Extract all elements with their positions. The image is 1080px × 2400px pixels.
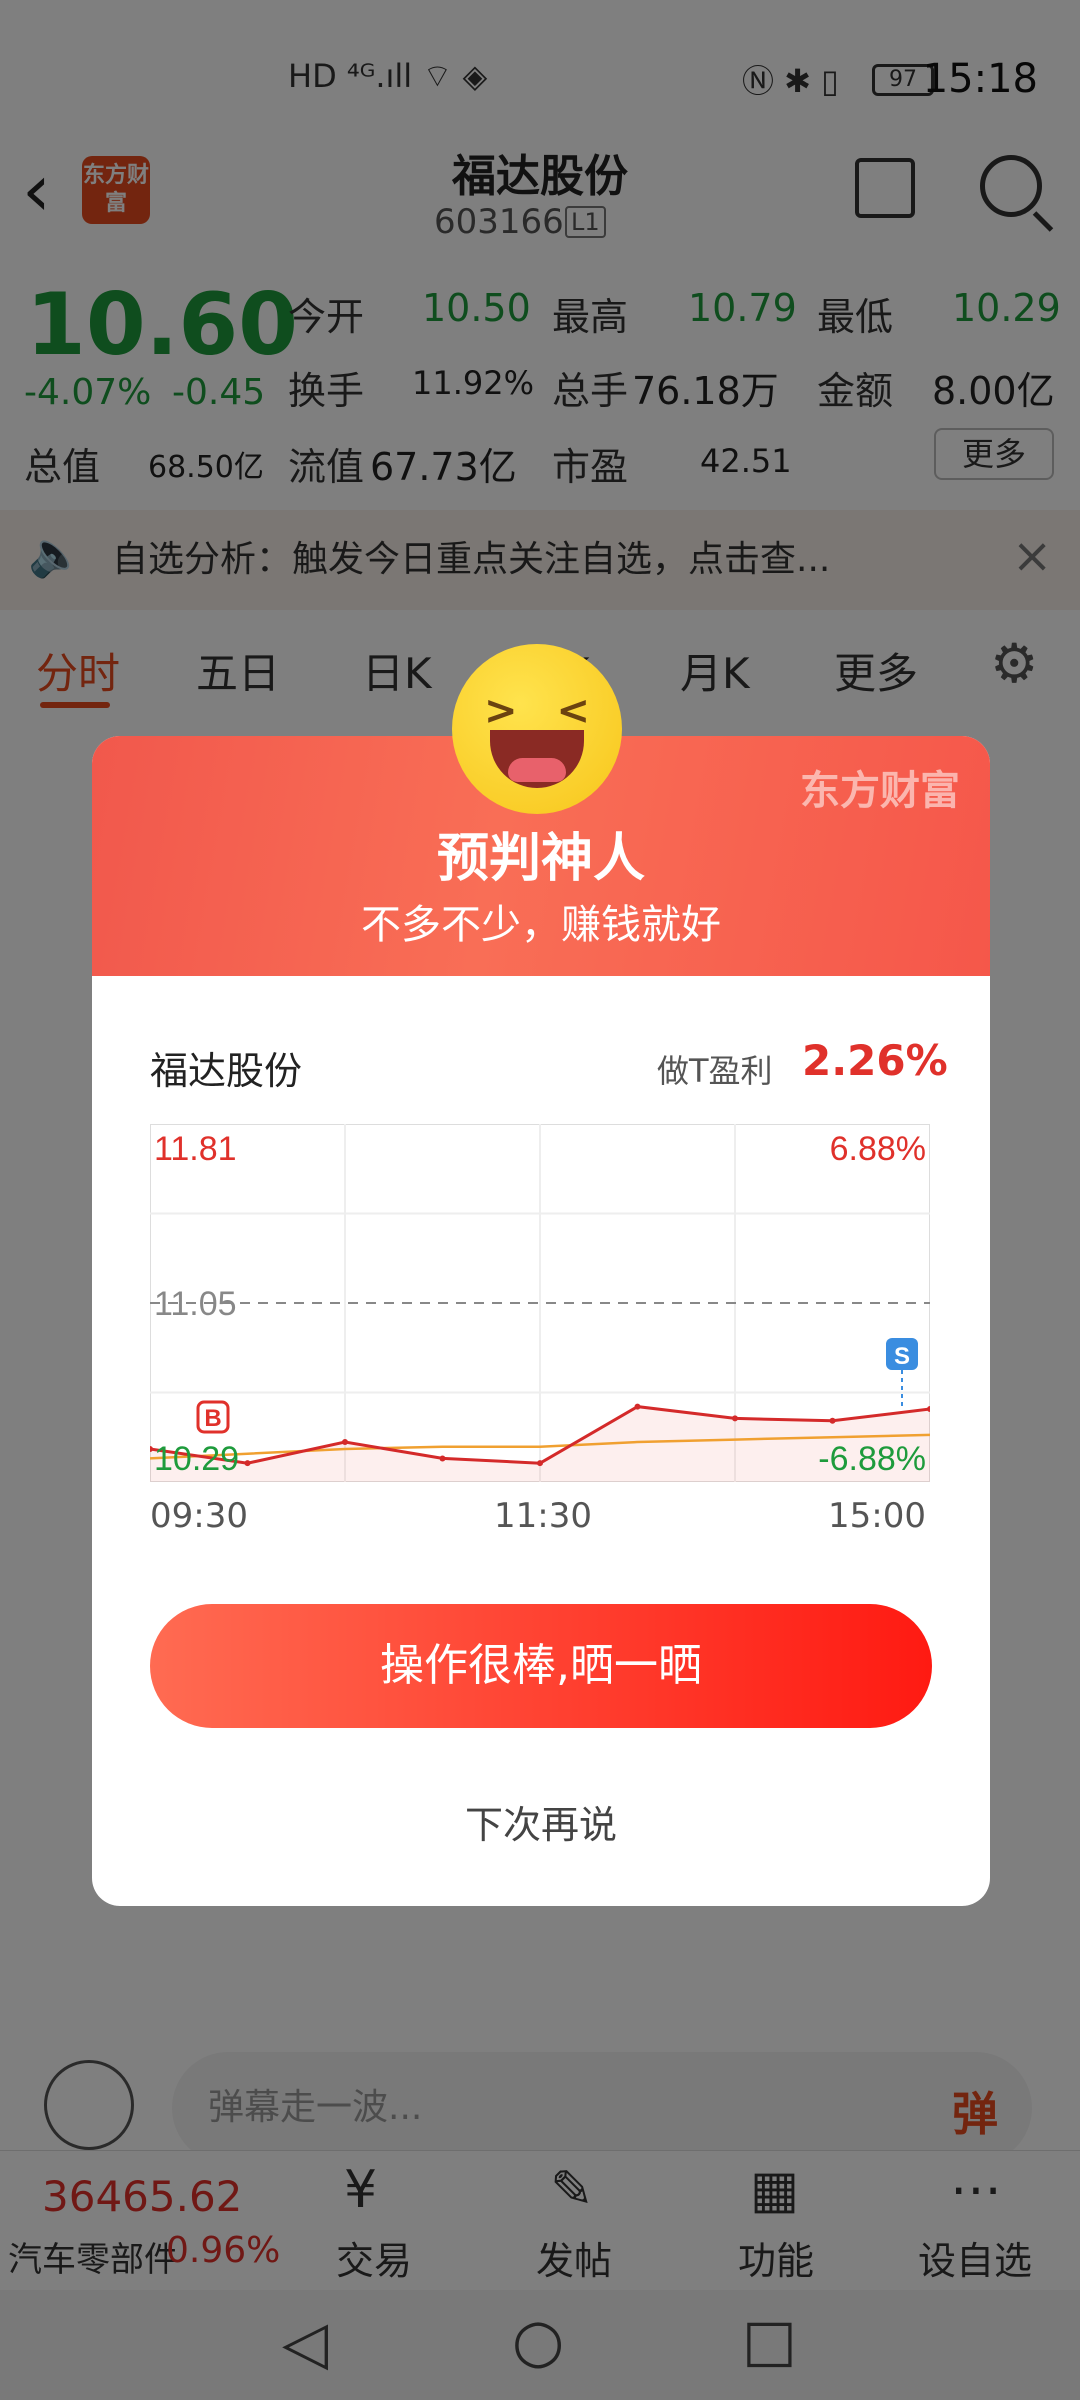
y-high-label: 11.81 — [154, 1130, 237, 1168]
prediction-modal: 东方财富 预判神人 不多不少，赚钱就好 福达股份 做T盈利 2.26% 11.8… — [92, 736, 990, 1906]
price-point — [537, 1460, 543, 1467]
x-label-open: 09:30 — [150, 1496, 248, 1536]
price-point — [342, 1438, 348, 1445]
pct-low-label: -6.88% — [818, 1440, 926, 1478]
laughing-emoji-icon: > < — [452, 644, 622, 814]
y-mid-label: 11.05 — [154, 1285, 237, 1323]
profit-value: 2.26% — [802, 1036, 948, 1085]
x-label-close: 15:00 — [828, 1496, 926, 1536]
modal-title: 预判神人 — [436, 829, 645, 889]
price-point — [732, 1415, 738, 1422]
brand-watermark: 东方财富 — [800, 768, 960, 814]
sell-marker-label: S — [894, 1343, 910, 1370]
price-point — [439, 1455, 446, 1462]
pct-high-label: 6.88% — [830, 1130, 926, 1168]
share-result-button[interactable]: 操作很棒,晒一晒 — [150, 1604, 932, 1728]
modal-stock-name: 福达股份 — [150, 1049, 303, 1093]
buy-marker-label: B — [204, 1405, 221, 1432]
y-low-label: 10.29 — [154, 1440, 239, 1478]
price-point — [829, 1417, 836, 1424]
profit-label: 做T盈利 — [657, 1052, 773, 1090]
intraday-chart: 11.81 11.05 10.29 6.88% -6.88% B S — [150, 1124, 930, 1482]
x-label-noon: 11:30 — [494, 1496, 592, 1536]
price-point — [634, 1403, 641, 1410]
buy-marker: B — [196, 1400, 230, 1434]
price-point — [244, 1460, 251, 1467]
modal-subtitle: 不多不少，赚钱就好 — [361, 902, 721, 948]
dismiss-later-button[interactable]: 下次再说 — [92, 1794, 990, 1849]
